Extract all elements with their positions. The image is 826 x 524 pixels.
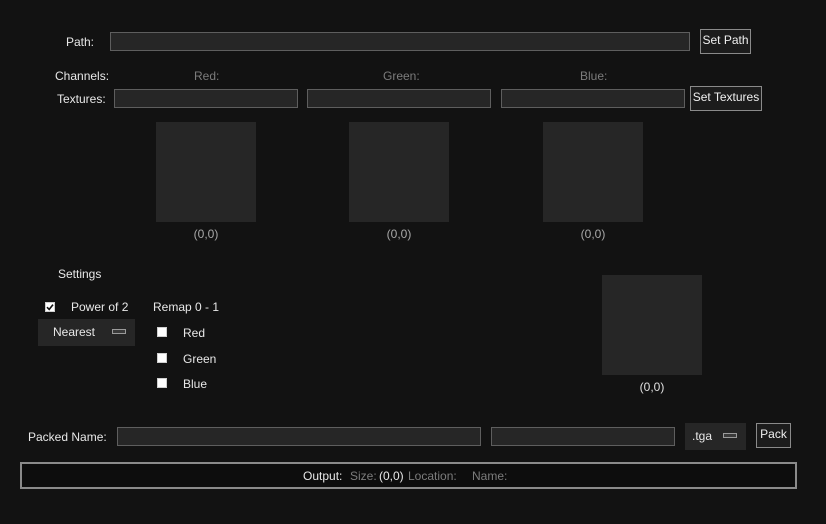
output-name-label: Name: — [472, 469, 508, 483]
channel-blue-label: Blue: — [580, 69, 608, 83]
textures-label: Textures: — [57, 92, 106, 106]
channel-green-label: Green: — [383, 69, 420, 83]
texture-red-input[interactable] — [114, 89, 298, 108]
remap-green-checkbox[interactable] — [157, 353, 167, 363]
channels-label: Channels: — [55, 69, 110, 83]
texture-blue-input[interactable] — [501, 89, 685, 108]
filter-mode-dropdown[interactable]: Nearest — [38, 319, 135, 346]
output-size-label: Size: — [350, 469, 377, 483]
dropdown-arrow-icon — [112, 329, 126, 334]
filter-mode-value: Nearest — [53, 325, 96, 339]
set-textures-button[interactable]: Set Textures — [690, 86, 762, 111]
pack-button[interactable]: Pack — [756, 423, 791, 448]
output-label: Output: — [303, 469, 343, 483]
dropdown-arrow-icon — [723, 433, 737, 438]
checkmark-icon — [46, 304, 54, 311]
packed-preview-size: (0,0) — [639, 380, 665, 394]
set-path-button[interactable]: Set Path — [700, 29, 751, 54]
format-value: .tga — [692, 429, 713, 443]
blue-preview-size: (0,0) — [580, 227, 606, 241]
format-dropdown[interactable]: .tga — [685, 423, 746, 450]
channel-red-label: Red: — [194, 69, 220, 83]
packed-name-input[interactable] — [117, 427, 481, 446]
packed-texture-preview — [602, 275, 702, 375]
green-texture-preview — [349, 122, 449, 222]
remap-blue-checkbox[interactable] — [157, 378, 167, 388]
path-label: Path: — [66, 35, 95, 49]
settings-title: Settings — [58, 267, 102, 281]
packed-suffix-input[interactable] — [491, 427, 675, 446]
red-texture-preview — [156, 122, 256, 222]
remap-title: Remap 0 - 1 — [153, 300, 220, 314]
output-location-label: Location: — [408, 469, 457, 483]
remap-green-label: Green — [183, 352, 217, 366]
remap-red-checkbox[interactable] — [157, 327, 167, 337]
power-of-2-label: Power of 2 — [71, 300, 129, 314]
path-input[interactable] — [110, 32, 690, 51]
remap-red-label: Red — [183, 326, 206, 340]
packed-name-label: Packed Name: — [28, 430, 107, 444]
blue-texture-preview — [543, 122, 643, 222]
output-size-value: (0,0) — [379, 469, 404, 483]
texture-green-input[interactable] — [307, 89, 491, 108]
power-of-2-checkbox[interactable] — [45, 302, 55, 312]
green-preview-size: (0,0) — [386, 227, 412, 241]
remap-blue-label: Blue — [183, 377, 208, 391]
red-preview-size: (0,0) — [193, 227, 219, 241]
output-bar: Output: Size: (0,0) Location: Name: — [20, 462, 797, 489]
